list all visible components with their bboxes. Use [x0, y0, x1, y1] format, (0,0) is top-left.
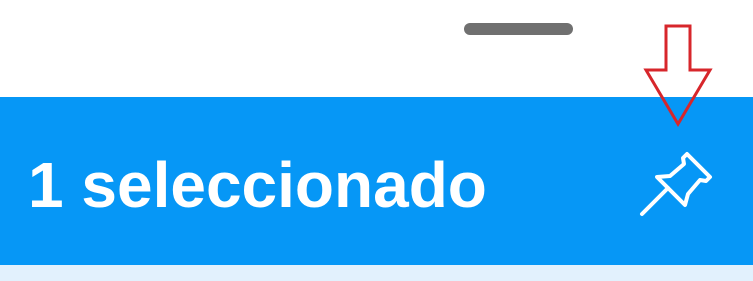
selection-count-title: 1 seleccionado — [28, 149, 487, 221]
pushpin-icon — [640, 152, 712, 216]
drag-handle[interactable] — [464, 23, 573, 35]
annotation-down-arrow — [643, 24, 713, 127]
bottom-sheet-header — [0, 0, 753, 97]
list-area — [0, 265, 753, 281]
selection-action-bar: 1 seleccionado — [0, 97, 753, 265]
pin-button[interactable] — [630, 144, 720, 222]
